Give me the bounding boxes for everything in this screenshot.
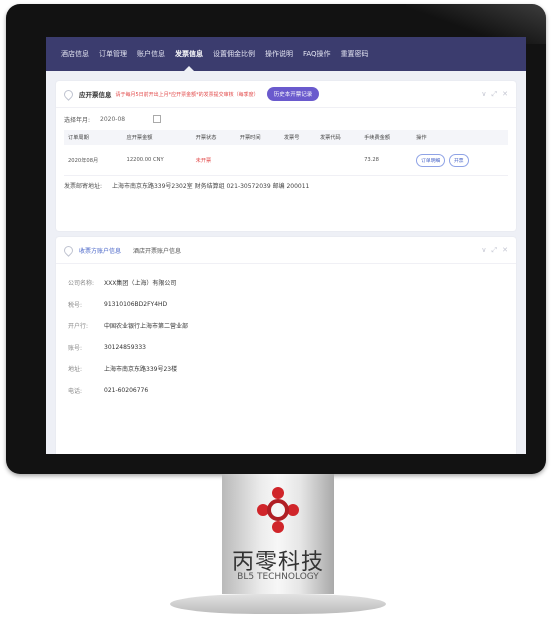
invoice-card-title: 应开票信息 xyxy=(79,91,112,99)
info-row-phone: 电话: 021-60206776 xyxy=(56,380,516,402)
column-header: 订单周期 xyxy=(64,130,123,145)
field-value: XXX集团（上海）有限公司 xyxy=(104,280,177,288)
nav-item-hotel-info[interactable]: 酒店信息 xyxy=(56,37,94,71)
account-tabs: 收票方账户信息 酒店开票账户信息 ∨ ⤢ ✕ xyxy=(56,237,516,264)
order-details-button[interactable]: 订单明细 xyxy=(416,153,446,167)
tab-hotel-account[interactable]: 酒店开票账户信息 xyxy=(133,246,181,255)
cell-time xyxy=(235,145,280,176)
card-window-controls: ∨ ⤢ ✕ xyxy=(481,237,508,263)
close-icon[interactable]: ✕ xyxy=(502,237,508,263)
card-window-controls: ∨ ⤢ ✕ xyxy=(481,81,508,107)
field-label: 电话: xyxy=(68,387,83,395)
info-row-tax-id: 税号: 91310106BD2FY4HD xyxy=(56,294,516,316)
nav-item-commission[interactable]: 设置佣金比例 xyxy=(208,37,260,71)
info-row-company: 公司名称: XXX集团（上海）有限公司 xyxy=(56,272,516,294)
column-header[interactable]: 开票状态 xyxy=(191,130,236,145)
cell-fee: 73.28 xyxy=(360,145,413,176)
nav-item-instructions[interactable]: 操作说明 xyxy=(260,37,298,71)
expand-icon[interactable]: ⤢ xyxy=(492,237,498,263)
field-value: 91310106BD2FY4HD xyxy=(104,300,168,308)
calendar-icon[interactable] xyxy=(153,115,162,123)
field-label: 账号: xyxy=(68,344,83,352)
field-value: 30124859333 xyxy=(104,343,146,351)
field-label: 税号: xyxy=(68,301,83,309)
monitor-base xyxy=(170,594,386,614)
nav-item-reset-password[interactable]: 重置密码 xyxy=(336,37,374,71)
pin-icon xyxy=(62,87,75,101)
field-value: 021-60206776 xyxy=(104,386,149,394)
column-header: 发票代码 xyxy=(315,130,361,145)
column-header: 操作 xyxy=(412,130,508,145)
invoice-card: 应开票信息 请于每月5日前开出上月*应开票金额*的发票提交审核（每季度） 历史本… xyxy=(56,81,516,231)
issue-invoice-button[interactable]: 开票 xyxy=(448,153,469,167)
mailing-address: 发票邮寄地址: 上海市南京东路339号2302室 财务结算组 021-30572… xyxy=(56,176,516,198)
table-row: 2020年08月 12200.00 CNY 未开票 73.28 订单明细 开票 xyxy=(64,145,508,176)
month-input[interactable]: 2020-08 xyxy=(100,116,125,123)
logo-mark-icon xyxy=(257,487,299,533)
minimize-icon[interactable]: ∨ xyxy=(481,81,486,107)
app-screen: 酒店信息 订单管理 账户信息 发票信息 设置佣金比例 操作说明 FAQ操作 重置… xyxy=(46,37,526,454)
info-row-address: 地址: 上海市南京东路339号23楼 xyxy=(56,358,516,380)
field-value: 上海市南京东路339号23楼 xyxy=(104,366,178,374)
cell-amount: 12200.00 CNY xyxy=(122,145,192,176)
account-card: 收票方账户信息 酒店开票账户信息 ∨ ⤢ ✕ 公司名称: XXX集团（上海）有限… xyxy=(56,237,516,454)
monitor-frame: 酒店信息 订单管理 账户信息 发票信息 设置佣金比例 操作说明 FAQ操作 重置… xyxy=(6,4,546,474)
cell-number xyxy=(279,145,316,176)
minimize-icon[interactable]: ∨ xyxy=(481,237,486,263)
pin-icon xyxy=(62,243,75,257)
column-header: 应开票金额 xyxy=(122,130,192,145)
cell-code xyxy=(315,145,361,176)
table-header-row: 订单周期 应开票金额 开票状态 开票时间 发票号 发票代码 手续费金额 操作 xyxy=(64,130,508,145)
column-header: 开票时间 xyxy=(235,130,280,145)
info-row-account-number: 账号: 30124859333 xyxy=(56,337,516,359)
invoice-table: 订单周期 应开票金额 开票状态 开票时间 发票号 发票代码 手续费金额 操作 2… xyxy=(64,130,508,176)
cell-actions: 订单明细 开票 xyxy=(412,145,508,176)
nav-item-account[interactable]: 账户信息 xyxy=(132,37,170,71)
address-value: 上海市南京东路339号2302室 财务结算组 021-30572039 邮编 2… xyxy=(111,183,310,190)
history-records-button[interactable]: 历史本开票记录 xyxy=(266,87,320,101)
address-label: 发票邮寄地址: xyxy=(64,183,103,190)
close-icon[interactable]: ✕ xyxy=(502,81,508,107)
cell-status: 未开票 xyxy=(191,145,236,176)
field-label: 开户行: xyxy=(68,323,89,331)
invoice-card-header: 应开票信息 请于每月5日前开出上月*应开票金额*的发票提交审核（每季度） 历史本… xyxy=(56,81,516,108)
nav-item-orders[interactable]: 订单管理 xyxy=(94,37,132,71)
nav-item-faq[interactable]: FAQ操作 xyxy=(298,37,336,71)
month-filter: 选择年月: 2020-08 xyxy=(56,108,516,130)
cell-period: 2020年08月 xyxy=(64,145,123,176)
field-value: 中国农业银行上海市第二营业部 xyxy=(104,323,189,331)
top-navigation: 酒店信息 订单管理 账户信息 发票信息 设置佣金比例 操作说明 FAQ操作 重置… xyxy=(46,37,526,71)
field-label: 公司名称: xyxy=(68,280,95,288)
column-header: 发票号 xyxy=(279,130,316,145)
invoice-tip: 请于每月5日前开出上月*应开票金额*的发票提交审核（每季度） xyxy=(115,91,259,98)
filter-label: 选择年月: xyxy=(64,116,91,124)
column-header: 手续费金额 xyxy=(360,130,413,145)
expand-icon[interactable]: ⤢ xyxy=(492,81,498,107)
tab-receiver-account[interactable]: 收票方账户信息 xyxy=(79,246,121,255)
info-row-bank: 开户行: 中国农业银行上海市第二营业部 xyxy=(56,315,516,337)
field-label: 地址: xyxy=(68,366,83,374)
brand-name-en: BL5 TECHNOLOGY xyxy=(237,572,319,582)
nav-item-invoice[interactable]: 发票信息 xyxy=(170,37,208,71)
